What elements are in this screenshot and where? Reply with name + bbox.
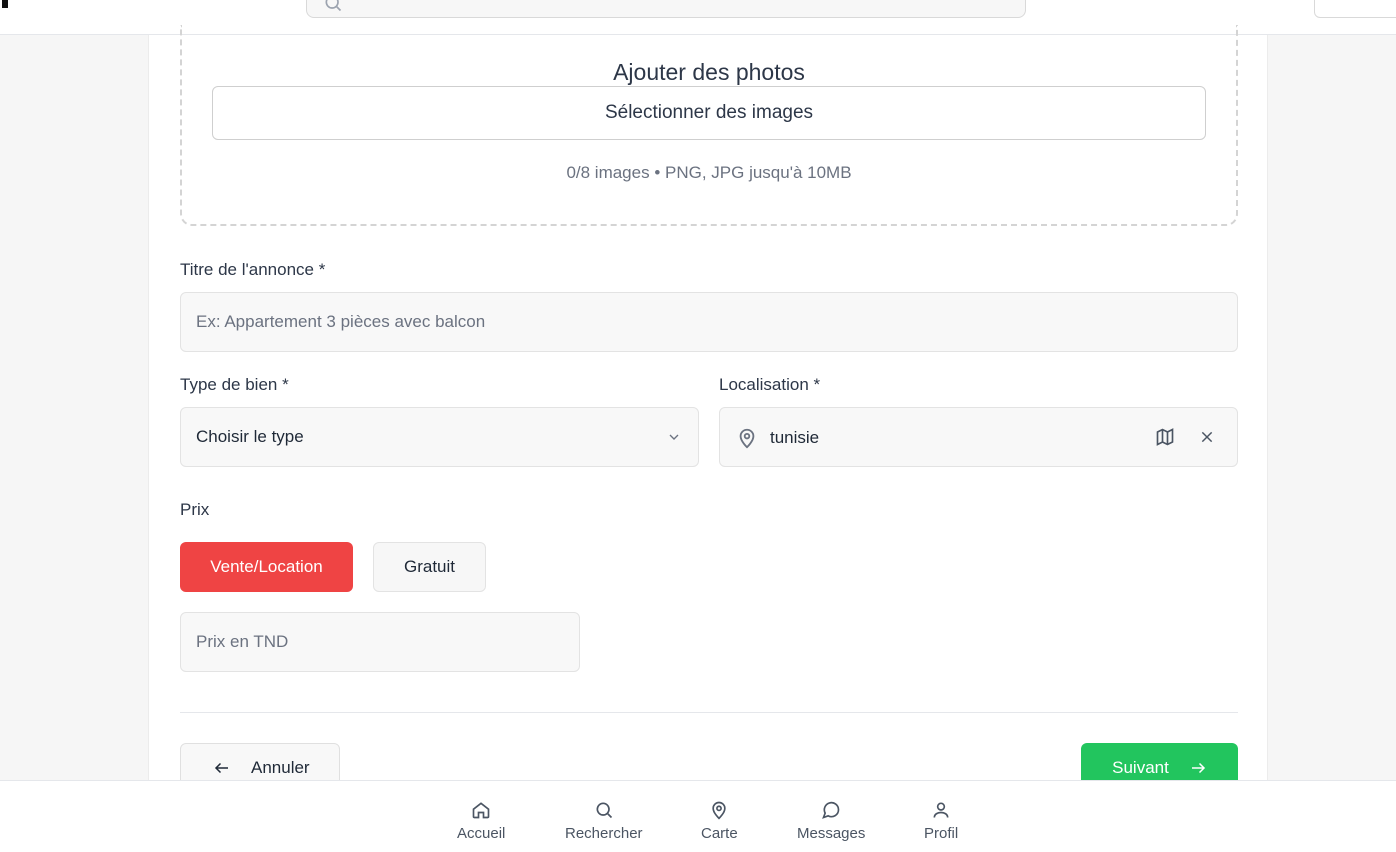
location-label: Localisation * (719, 375, 821, 394)
select-images-button[interactable]: Sélectionner des images (212, 86, 1206, 140)
price-option-free[interactable]: Gratuit (373, 542, 486, 592)
logo-icon (2, 0, 8, 8)
cancel-label: Annuler (251, 758, 310, 777)
nav-label-map: Carte (701, 825, 738, 842)
title-input[interactable]: Ex: Appartement 3 pièces avec balcon (180, 292, 1238, 352)
nav-item-search[interactable]: Rechercher (565, 800, 643, 842)
chevron-down-icon (669, 434, 679, 440)
bottom-navigation: Accueil Rechercher Carte Messages Profil (0, 780, 1396, 852)
price-option-sale-rent[interactable]: Vente/Location (180, 542, 353, 592)
message-icon (822, 801, 840, 819)
upload-title: Ajouter des photos (613, 59, 805, 85)
form-panel: Ajouter des photos Sélectionner des imag… (148, 25, 1268, 793)
nav-item-profile[interactable]: Profil (924, 800, 958, 842)
nav-label-messages: Messages (797, 825, 866, 842)
type-select[interactable]: Choisir le type (180, 407, 699, 467)
nav-label-home: Accueil (457, 825, 506, 842)
location-value: tunisie (770, 428, 820, 447)
type-label: Type de bien * (180, 375, 289, 394)
arrow-right-icon (1191, 762, 1205, 774)
title-placeholder: Ex: Appartement 3 pièces avec balcon (196, 312, 486, 331)
map-icon[interactable] (1155, 427, 1175, 447)
search-icon (596, 802, 612, 819)
photo-upload-zone[interactable]: Ajouter des photos Sélectionner des imag… (180, 25, 1238, 226)
nav-item-messages[interactable]: Messages (797, 800, 865, 842)
nav-item-home[interactable]: Accueil (457, 800, 505, 842)
type-select-value: Choisir le type (196, 427, 304, 446)
price-input[interactable]: Prix en TND (180, 612, 580, 672)
user-icon (933, 802, 949, 818)
nav-item-map[interactable]: Carte (701, 800, 738, 842)
nav-label-search: Rechercher (565, 825, 643, 842)
next-label: Suivant (1112, 758, 1169, 777)
home-icon (472, 802, 490, 819)
upload-hint: 0/8 images • PNG, JPG jusqu'à 10MB (566, 163, 852, 182)
header-action-button[interactable] (1314, 0, 1396, 18)
close-icon[interactable] (1199, 429, 1215, 445)
map-pin-icon (712, 801, 727, 820)
price-placeholder: Prix en TND (196, 632, 289, 651)
search-bar[interactable] (306, 0, 1026, 18)
nav-label-profile: Profil (924, 825, 959, 842)
divider (180, 712, 1238, 713)
map-pin-icon (739, 428, 755, 449)
title-label: Titre de l'annonce * (180, 260, 326, 279)
search-icon (325, 0, 342, 12)
arrow-left-icon (214, 762, 228, 774)
price-label: Prix (180, 500, 210, 519)
location-input[interactable]: tunisie (719, 407, 1238, 467)
